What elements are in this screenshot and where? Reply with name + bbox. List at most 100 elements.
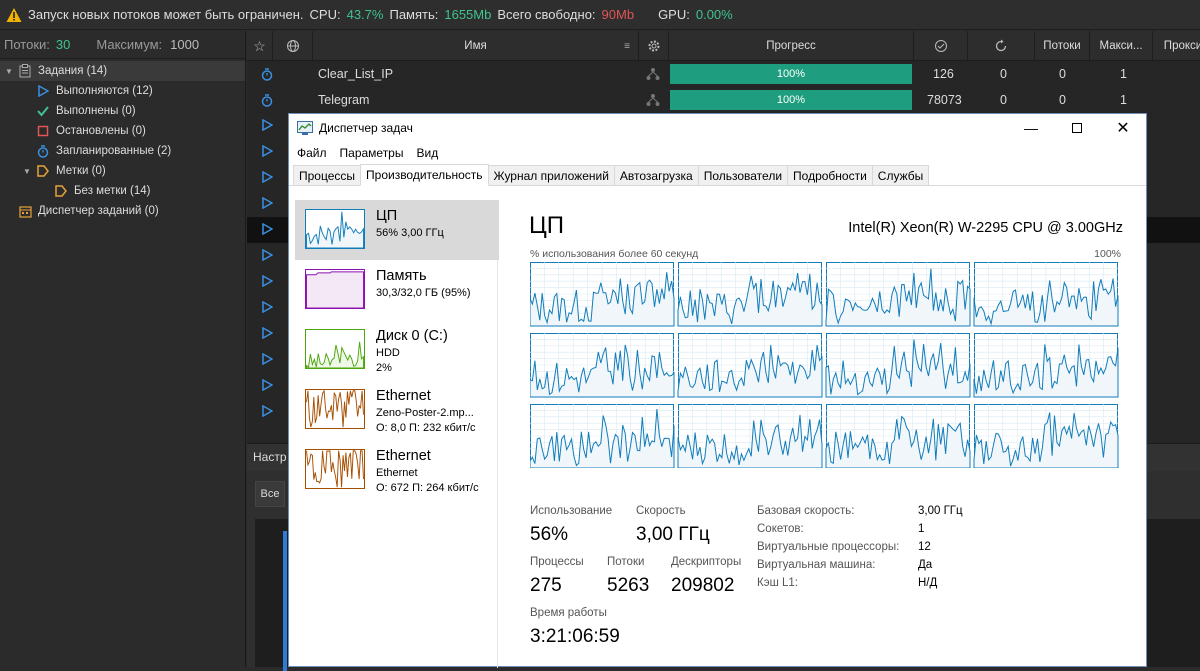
max-column-header[interactable]: Макси...	[1090, 31, 1153, 61]
name-column-header[interactable]: Имя ≡	[313, 31, 639, 61]
max-header-label: Макси...	[1099, 40, 1143, 52]
tab-bar: Процессы Производительность Журнал прило…	[289, 164, 1146, 186]
timer-icon	[261, 67, 273, 81]
tree-item-scheduler[interactable]: Диспетчер заданий (0)	[0, 201, 245, 221]
play-icon	[262, 379, 273, 391]
cpu-value: 43.7%	[346, 7, 384, 22]
tree-label: Выполняются (12)	[56, 85, 153, 97]
core-graph	[973, 404, 1119, 468]
core-graph	[825, 333, 971, 398]
sidebar-item-value: О: 8,0 П: 232 кбит/с	[376, 422, 476, 434]
menu-options[interactable]: Параметры	[340, 146, 404, 160]
spec-value: 12	[918, 541, 931, 553]
tab-startup[interactable]: Автозагрузка	[613, 165, 699, 185]
threads-value: 5263	[607, 575, 650, 596]
core-graph	[677, 333, 823, 398]
threads-column-header[interactable]: Потоки	[1035, 31, 1090, 61]
gpu-value: 0.00%	[695, 7, 733, 22]
settings-column-header[interactable]	[639, 31, 669, 61]
resource-sidebar: ЦП 56% 3,00 ГГц Память 30,3/32,0 ГБ (95%…	[293, 200, 499, 668]
sidebar-item-disk[interactable]: Диск 0 (C:) HDD 2%	[295, 320, 499, 380]
play-icon	[262, 327, 273, 339]
tab-details[interactable]: Подробности	[787, 165, 873, 185]
tree-item-untagged[interactable]: Без метки (14)	[0, 181, 245, 201]
tree-item-tags[interactable]: ▼ Метки (0)	[0, 161, 245, 181]
handles-value: 209802	[671, 575, 735, 596]
tab-processes[interactable]: Процессы	[293, 165, 362, 185]
play-icon	[262, 119, 273, 131]
minimize-button[interactable]: —	[1008, 114, 1054, 142]
task-name: Telegram	[318, 93, 370, 107]
sidebar-item-ethernet-2[interactable]: Ethernet Ethernet О: 672 П: 264 кбит/с	[295, 440, 499, 500]
sidebar-item-value: 2%	[376, 362, 392, 374]
usage-value: 56%	[530, 524, 569, 545]
table-row[interactable]: Clear_List_IP 100% 126 0 0 1	[247, 61, 1200, 87]
star-icon: ☆	[253, 37, 266, 54]
close-button[interactable]: ✕	[1100, 114, 1146, 142]
handles-label: Дескрипторы	[671, 556, 742, 568]
tree-item-scheduled[interactable]: Запланированные (2)	[0, 141, 245, 161]
max-count: 1	[1120, 93, 1127, 107]
tree-item-stopped[interactable]: Остановлены (0)	[0, 121, 245, 141]
proxy-header-label: Прокси	[1163, 40, 1200, 52]
play-icon	[262, 171, 273, 183]
warning-text: Запуск новых потоков может быть ограниче…	[28, 7, 304, 22]
globe-icon	[286, 40, 299, 52]
table-header: ☆ Имя ≡ Прогресс Потоки Макси... Прокси	[247, 31, 1200, 61]
gear-icon	[648, 40, 659, 52]
sidebar-item-memory[interactable]: Память 30,3/32,0 ГБ (95%)	[295, 260, 499, 320]
all-button[interactable]: Все	[255, 481, 285, 507]
core-graph	[677, 404, 823, 468]
cpu-core-graphs	[530, 262, 1119, 468]
panel-title: ЦП	[529, 212, 565, 239]
core-graph	[973, 262, 1119, 327]
threads-label: Потоки	[607, 556, 645, 568]
tree-label: Остановлены (0)	[56, 125, 146, 137]
tab-users[interactable]: Пользователи	[697, 165, 789, 185]
tree-label: Без метки (14)	[74, 185, 151, 197]
disk-thumbnail	[305, 329, 365, 369]
tree-item-running[interactable]: Выполняются (12)	[0, 81, 245, 101]
threads-header-label: Потоки	[1043, 40, 1081, 52]
usage-label: Использование	[530, 505, 613, 517]
progress-header-label: Прогресс	[766, 40, 816, 52]
done-column-header[interactable]	[914, 31, 968, 61]
ethernet-thumbnail	[305, 449, 365, 489]
play-icon	[262, 353, 273, 365]
cpu-thumbnail	[305, 209, 365, 249]
progress-column-header[interactable]: Прогресс	[669, 31, 914, 61]
gpu-label: GPU:	[658, 7, 690, 22]
core-graph	[825, 404, 971, 468]
spec-key: Базовая скорость:	[757, 505, 855, 517]
processes-value: 275	[530, 575, 562, 596]
tree-item-tasks[interactable]: ▼ Задания (14)	[0, 61, 245, 81]
tab-services[interactable]: Службы	[871, 165, 930, 185]
play-icon	[262, 223, 273, 235]
uptime-value: 3:21:06:59	[530, 626, 620, 647]
sidebar-item-ethernet-1[interactable]: Ethernet Zeno-Poster-2.mp... О: 8,0 П: 2…	[295, 380, 499, 440]
spec-value: Да	[918, 559, 933, 571]
proxy-column-header[interactable]: Прокси	[1153, 31, 1200, 61]
tree-label: Запланированные (2)	[56, 145, 172, 157]
sidebar-item-detail: HDD	[376, 347, 400, 359]
chevron-down-icon[interactable]: ▼	[4, 64, 14, 78]
star-column-header[interactable]: ☆	[247, 31, 273, 61]
retry-column-header[interactable]	[968, 31, 1035, 61]
tree-label: Метки (0)	[56, 165, 106, 177]
menu-file[interactable]: Файл	[297, 146, 327, 160]
check-icon	[36, 104, 50, 118]
sidebar-item-detail: 30,3/32,0 ГБ (95%)	[376, 287, 471, 299]
tab-app-history[interactable]: Журнал приложений	[487, 165, 615, 185]
tab-performance[interactable]: Производительность	[360, 164, 489, 186]
menu-view[interactable]: Вид	[416, 146, 438, 160]
globe-column-header[interactable]	[273, 31, 313, 61]
chevron-down-icon[interactable]: ▼	[22, 164, 32, 178]
table-row[interactable]: Telegram 100% 78073 0 0 1	[247, 87, 1200, 113]
maximize-button[interactable]	[1054, 114, 1100, 142]
title-bar: Диспетчер задач — ✕	[289, 114, 1146, 142]
spec-value: 3,00 ГГц	[918, 505, 963, 517]
tree-item-done[interactable]: Выполнены (0)	[0, 101, 245, 121]
sidebar-item-value: О: 672 П: 264 кбит/с	[376, 482, 479, 494]
sidebar-item-cpu[interactable]: ЦП 56% 3,00 ГГц	[295, 200, 499, 260]
settings-tab[interactable]: Настр	[253, 450, 287, 464]
